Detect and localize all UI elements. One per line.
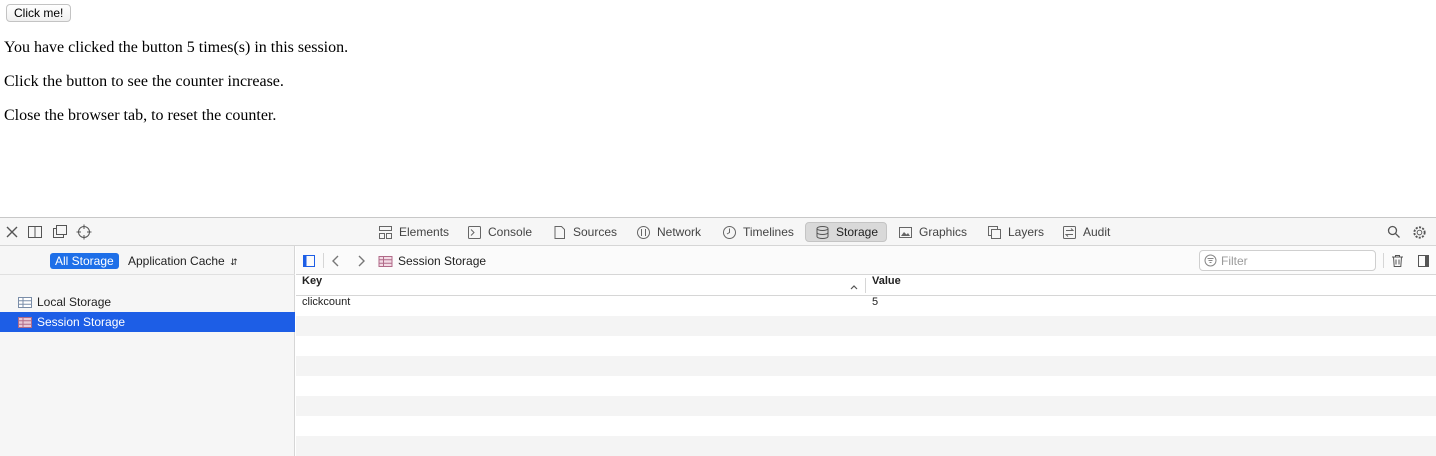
storage-content: Session Storage Key Value [296,246,1436,456]
tab-storage[interactable]: Storage [805,222,888,242]
tab-network[interactable]: Network [627,222,709,242]
network-icon [635,224,651,240]
all-storage-button[interactable]: All Storage [50,253,119,269]
reset-hint-text: Close the browser tab, to reset the coun… [4,107,277,124]
console-icon [466,224,482,240]
sidebar-item-session-storage[interactable]: Session Storage [0,312,295,332]
content-navigation-bar: Session Storage [296,246,1436,275]
graphics-icon [897,224,913,240]
sidebar-item-label: Local Storage [37,295,112,309]
empty-row [296,376,1436,396]
cell-value: 5 [872,296,879,308]
tab-layers[interactable]: Layers [978,222,1052,242]
breadcrumb[interactable]: Session Storage [378,253,486,269]
trash-icon[interactable] [1389,253,1405,269]
empty-row [296,356,1436,376]
sidebar-item-label: Session Storage [37,315,126,329]
cell-key: clickcount [302,296,351,308]
tab-label: Elements [399,225,450,239]
table-icon [18,315,34,329]
table-row[interactable]: clickcount 5 [296,296,1436,316]
undock-icon[interactable] [52,224,68,240]
divider [1383,253,1384,268]
timelines-icon [721,224,737,240]
sidebar-toggle-icon[interactable] [301,253,317,269]
audit-icon [1061,224,1077,240]
details-sidebar-icon[interactable] [1415,253,1431,269]
tab-elements[interactable]: Elements [369,222,457,242]
web-inspector: Elements Console Sources Network Timelin… [0,217,1436,456]
divider [323,253,324,268]
page-viewport: Click me! You have clicked the button 5 … [0,0,1436,217]
tab-console[interactable]: Console [458,222,540,242]
tab-label: Network [657,225,702,239]
column-divider[interactable] [865,278,866,293]
application-cache-select[interactable]: Application Cache ⇵ [123,253,243,269]
sources-icon [551,224,567,240]
empty-row [296,316,1436,336]
tab-label: Timelines [743,225,794,239]
sort-ascending-icon [849,279,861,291]
tab-timelines[interactable]: Timelines [713,222,802,242]
close-icon[interactable] [4,224,20,240]
instruction-text: Click the button to see the counter incr… [4,73,284,90]
elements-icon [377,224,393,240]
click-me-button[interactable]: Click me! [6,4,72,22]
empty-row [296,416,1436,436]
filter-field[interactable] [1199,250,1376,271]
tab-graphics[interactable]: Graphics [889,222,975,242]
tab-label: Sources [573,225,618,239]
crosshair-icon[interactable] [76,224,92,240]
tab-sources[interactable]: Sources [543,222,625,242]
search-icon[interactable] [1386,224,1402,240]
column-header-value[interactable]: Value [872,275,901,296]
gear-icon[interactable] [1411,224,1427,240]
sidebar-item-local-storage[interactable]: Local Storage [0,292,295,312]
click-count-text: You have clicked the button 5 times(s) i… [4,39,349,56]
layers-icon [986,224,1002,240]
empty-row [296,436,1436,456]
inspector-toolbar: Elements Console Sources Network Timelin… [0,218,1436,246]
tab-label: Layers [1008,225,1045,239]
table-icon [18,295,34,309]
column-header-key[interactable]: Key [302,275,322,296]
empty-row [296,396,1436,416]
table-icon [378,255,393,267]
filter-icon [1204,254,1217,267]
tab-label: Graphics [919,225,968,239]
application-cache-label: Application Cache [128,254,225,268]
scope-bar: All Storage Application Cache ⇵ [0,246,295,275]
tab-label: Console [488,225,533,239]
chevron-up-down-icon: ⇵ [230,257,238,267]
breadcrumb-label: Session Storage [398,254,487,268]
tab-label: Storage [836,225,879,239]
tab-audit[interactable]: Audit [1053,222,1118,242]
back-icon[interactable] [328,253,344,269]
forward-icon[interactable] [353,253,369,269]
storage-icon [814,224,830,240]
tab-label: Audit [1083,225,1111,239]
table-header: Key Value [296,275,1436,296]
empty-row [296,336,1436,356]
filter-input[interactable] [1221,253,1371,268]
storage-sidebar: All Storage Application Cache ⇵ Local St… [0,246,295,456]
dock-side-icon[interactable] [27,224,43,240]
